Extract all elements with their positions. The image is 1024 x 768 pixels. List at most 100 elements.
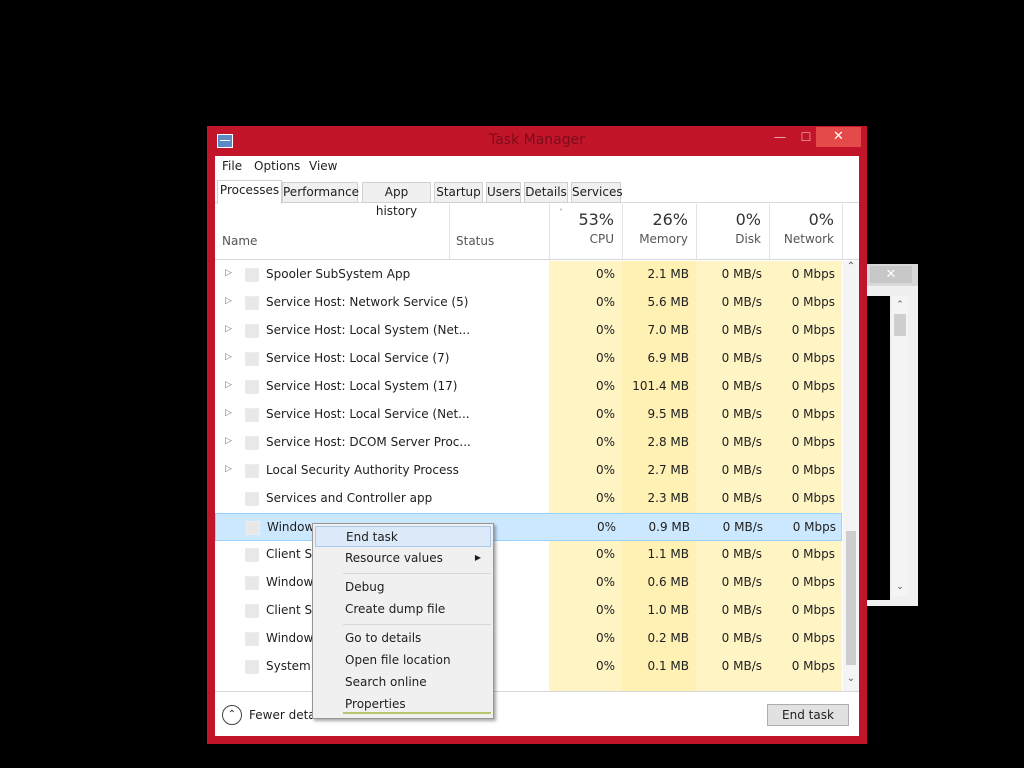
column-memory-header[interactable]: 26% Memory — [622, 210, 696, 246]
process-name: Service Host: Local System (17) — [266, 379, 458, 393]
scroll-down-icon[interactable]: ⌄ — [843, 673, 859, 684]
process-memory: 101.4 MB — [632, 379, 689, 393]
process-name: Service Host: Local System (Net... — [266, 323, 471, 337]
menu-file[interactable]: File — [222, 159, 242, 173]
close-button[interactable]: ✕ — [816, 127, 861, 147]
process-row[interactable]: Window 0% 0.9 MB 0 MB/s 0 Mbps — [215, 513, 842, 541]
process-icon — [245, 352, 259, 366]
menu-item-open-file-location[interactable]: Open file location — [315, 650, 491, 671]
column-cpu-header[interactable]: 53% CPU — [549, 210, 622, 246]
expand-arrow-icon[interactable]: ▷ — [225, 296, 232, 306]
process-network: 0 Mbps — [791, 491, 835, 505]
menu-item-end-task[interactable]: End task — [315, 526, 491, 547]
tab-users[interactable]: Users — [486, 182, 521, 203]
process-name: Local Security Authority Process — [266, 463, 459, 477]
process-cpu: 0% — [596, 520, 616, 534]
menu-item-debug[interactable]: Debug — [315, 577, 491, 598]
background-window-close-button[interactable]: ✕ — [870, 266, 912, 283]
tab-services[interactable]: Services — [571, 182, 623, 203]
process-network: 0 Mbps — [791, 575, 835, 589]
process-cpu: 0% — [595, 575, 615, 589]
scroll-up-icon[interactable]: ⌃ — [843, 261, 859, 272]
minimize-button[interactable]: — — [767, 128, 793, 146]
process-row[interactable]: ▷ Service Host: DCOM Server Proc... 0% 2.8 … — [215, 429, 842, 457]
process-network: 0 Mbps — [791, 463, 835, 477]
column-divider[interactable] — [449, 204, 450, 259]
process-icon — [245, 660, 259, 674]
menu-item-resource-values[interactable]: Resource values ▶ — [315, 548, 491, 569]
tab-app-history[interactable]: App history — [362, 182, 431, 218]
process-icon — [245, 268, 259, 282]
menu-item-properties[interactable]: Properties — [315, 694, 491, 715]
scroll-up-icon[interactable]: ⌃ — [892, 300, 908, 310]
background-window-content — [866, 296, 890, 600]
process-disk: 0 MB/s — [721, 379, 762, 393]
process-row[interactable]: Window 0% 0.6 MB 0 MB/s 0 Mbps — [215, 569, 842, 597]
tab-startup[interactable]: Startup — [434, 182, 483, 203]
process-name: Window — [266, 631, 314, 645]
process-network: 0 Mbps — [791, 547, 835, 561]
tab-performance[interactable]: Performance — [282, 182, 359, 203]
scroll-down-icon[interactable]: ⌄ — [892, 582, 908, 592]
process-disk: 0 MB/s — [721, 631, 762, 645]
process-name: Spooler SubSystem App — [266, 267, 411, 281]
process-disk: 0 MB/s — [721, 323, 762, 337]
menu-item-label: Open file location — [345, 653, 451, 667]
menu-item-search-online[interactable]: Search online — [315, 672, 491, 693]
process-cpu: 0% — [595, 407, 615, 421]
menu-options[interactable]: Options — [254, 159, 300, 173]
background-window-scroll-thumb[interactable] — [894, 314, 906, 336]
menu-item-create-dump-file[interactable]: Create dump file — [315, 599, 491, 620]
column-network-header[interactable]: 0% Network — [769, 210, 842, 246]
background-window-scrollbar[interactable] — [892, 296, 908, 596]
process-memory: 2.8 MB — [647, 435, 689, 449]
disk-label: Disk — [735, 232, 761, 246]
submenu-arrow-icon: ▶ — [474, 553, 481, 562]
fewer-details-icon[interactable]: ⌃ — [222, 705, 242, 725]
expand-arrow-icon[interactable]: ▷ — [225, 436, 232, 446]
process-list-scrollbar[interactable]: ⌃ ⌄ — [843, 261, 859, 691]
tab-processes[interactable]: Processes — [217, 180, 282, 204]
process-cpu: 0% — [595, 379, 615, 393]
network-total-percent: 0% — [808, 210, 834, 229]
menu-view[interactable]: View — [309, 159, 337, 173]
expand-arrow-icon[interactable]: ▷ — [225, 352, 232, 362]
expand-arrow-icon[interactable]: ▷ — [225, 408, 232, 418]
process-cpu: 0% — [595, 659, 615, 673]
process-row[interactable]: ▷ Spooler SubSystem App 0% 2.1 MB 0 MB/s 0 Mb… — [215, 261, 842, 289]
expand-arrow-icon[interactable]: ▷ — [225, 324, 232, 334]
column-status-header[interactable]: Status — [456, 234, 494, 248]
process-row[interactable]: Client Se 0% 1.0 MB 0 MB/s 0 Mbps — [215, 597, 842, 625]
process-memory: 6.9 MB — [647, 351, 689, 365]
menu-item-go-to-details[interactable]: Go to details — [315, 628, 491, 649]
end-task-button[interactable]: End task — [767, 704, 849, 726]
column-disk-header[interactable]: 0% Disk — [696, 210, 769, 246]
process-disk: 0 MB/s — [721, 407, 762, 421]
process-icon — [246, 521, 260, 535]
fewer-details-link[interactable]: Fewer detai — [249, 708, 319, 722]
expand-arrow-icon[interactable]: ▷ — [225, 268, 232, 278]
process-row[interactable]: ▷ Service Host: Local System (17) 0% 101.4 … — [215, 373, 842, 401]
menu-item-label: Debug — [345, 580, 385, 594]
process-network: 0 Mbps — [791, 407, 835, 421]
process-row[interactable]: ▷ Local Security Authority Process 0% 2.7 M… — [215, 457, 842, 485]
process-row[interactable]: Window 0% 0.2 MB 0 MB/s 0 Mbps — [215, 625, 842, 653]
process-row[interactable]: ▷ Service Host: Local Service (7) 0% 6.9 MB… — [215, 345, 842, 373]
process-name: Services and Controller app — [266, 491, 433, 505]
background-window: ✕ ⌃ ⌄ — [866, 264, 918, 606]
process-row[interactable]: ▷ Service Host: Network Service (5) 0% 5.6 … — [215, 289, 842, 317]
scroll-thumb[interactable] — [846, 531, 856, 665]
process-row[interactable]: Client Se 0% 1.1 MB 0 MB/s 0 Mbps — [215, 541, 842, 569]
process-row[interactable]: Services and Controller app 0% 2.3 MB 0 MB/… — [215, 485, 842, 513]
process-row[interactable]: ▷ Service Host: Local System (Net... 0% 7.0… — [215, 317, 842, 345]
process-row[interactable]: System 0% 0.1 MB 0 MB/s 0 Mbps — [215, 653, 842, 681]
process-row[interactable]: ▷ Service Host: Local Service (Net... 0% 9.… — [215, 401, 842, 429]
context-menu: End task Resource values ▶ Debug Create dump… — [312, 523, 494, 719]
expand-arrow-icon[interactable]: ▷ — [225, 464, 232, 474]
title-bar[interactable]: Task Manager — ☐ ✕ — [207, 126, 867, 156]
process-memory: 0.1 MB — [647, 659, 689, 673]
expand-arrow-icon[interactable]: ▷ — [225, 380, 232, 390]
tab-details[interactable]: Details — [524, 182, 568, 203]
process-icon — [245, 324, 259, 338]
column-name-header[interactable]: Name — [222, 234, 257, 248]
